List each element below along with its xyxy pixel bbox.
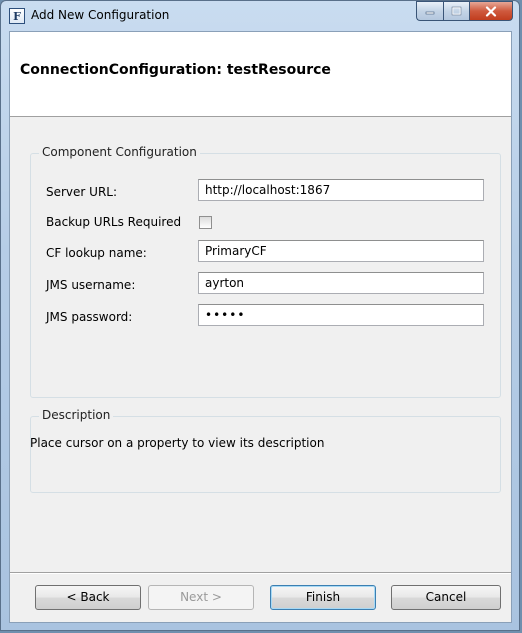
description-legend: Description	[39, 408, 114, 422]
minimize-icon	[425, 11, 435, 15]
app-icon: F	[9, 8, 25, 24]
button-bar-separator	[10, 572, 511, 574]
dialog-client-area: ConnectionConfiguration: testResource Co…	[9, 31, 512, 623]
next-button[interactable]: Next >	[148, 585, 254, 610]
page-title: ConnectionConfiguration: testResource	[20, 62, 331, 78]
window-title: Add New Configuration	[31, 8, 170, 22]
backup-urls-label: Backup URLs Required	[46, 215, 182, 229]
dialog-header: ConnectionConfiguration: testResource	[10, 32, 511, 117]
description-group: Description	[30, 408, 501, 493]
title-bar[interactable]: F Add New Configuration	[1, 1, 519, 31]
maximize-icon	[451, 6, 462, 16]
jms-password-input[interactable]	[198, 304, 484, 326]
jms-username-label: JMS username:	[46, 278, 136, 292]
dialog-window: F Add New Configuration ConnectionConfig…	[0, 0, 520, 631]
backup-urls-checkbox[interactable]	[199, 216, 212, 229]
cancel-button[interactable]: Cancel	[391, 585, 501, 610]
close-button[interactable]	[469, 1, 513, 21]
jms-password-label: JMS password:	[46, 310, 133, 324]
finish-button[interactable]: Finish	[270, 585, 376, 610]
maximize-button[interactable]	[443, 1, 469, 21]
minimize-button[interactable]	[416, 1, 443, 21]
close-icon	[485, 5, 497, 17]
cf-lookup-name-input[interactable]	[198, 240, 484, 262]
back-button[interactable]: < Back	[35, 585, 141, 610]
window-controls	[416, 1, 513, 22]
server-url-label: Server URL:	[46, 185, 118, 199]
jms-username-input[interactable]	[198, 272, 484, 294]
server-url-input[interactable]	[198, 179, 484, 201]
cf-lookup-name-label: CF lookup name:	[46, 246, 147, 260]
component-configuration-legend: Component Configuration	[39, 145, 200, 159]
description-text: Place cursor on a property to view its d…	[30, 436, 325, 450]
